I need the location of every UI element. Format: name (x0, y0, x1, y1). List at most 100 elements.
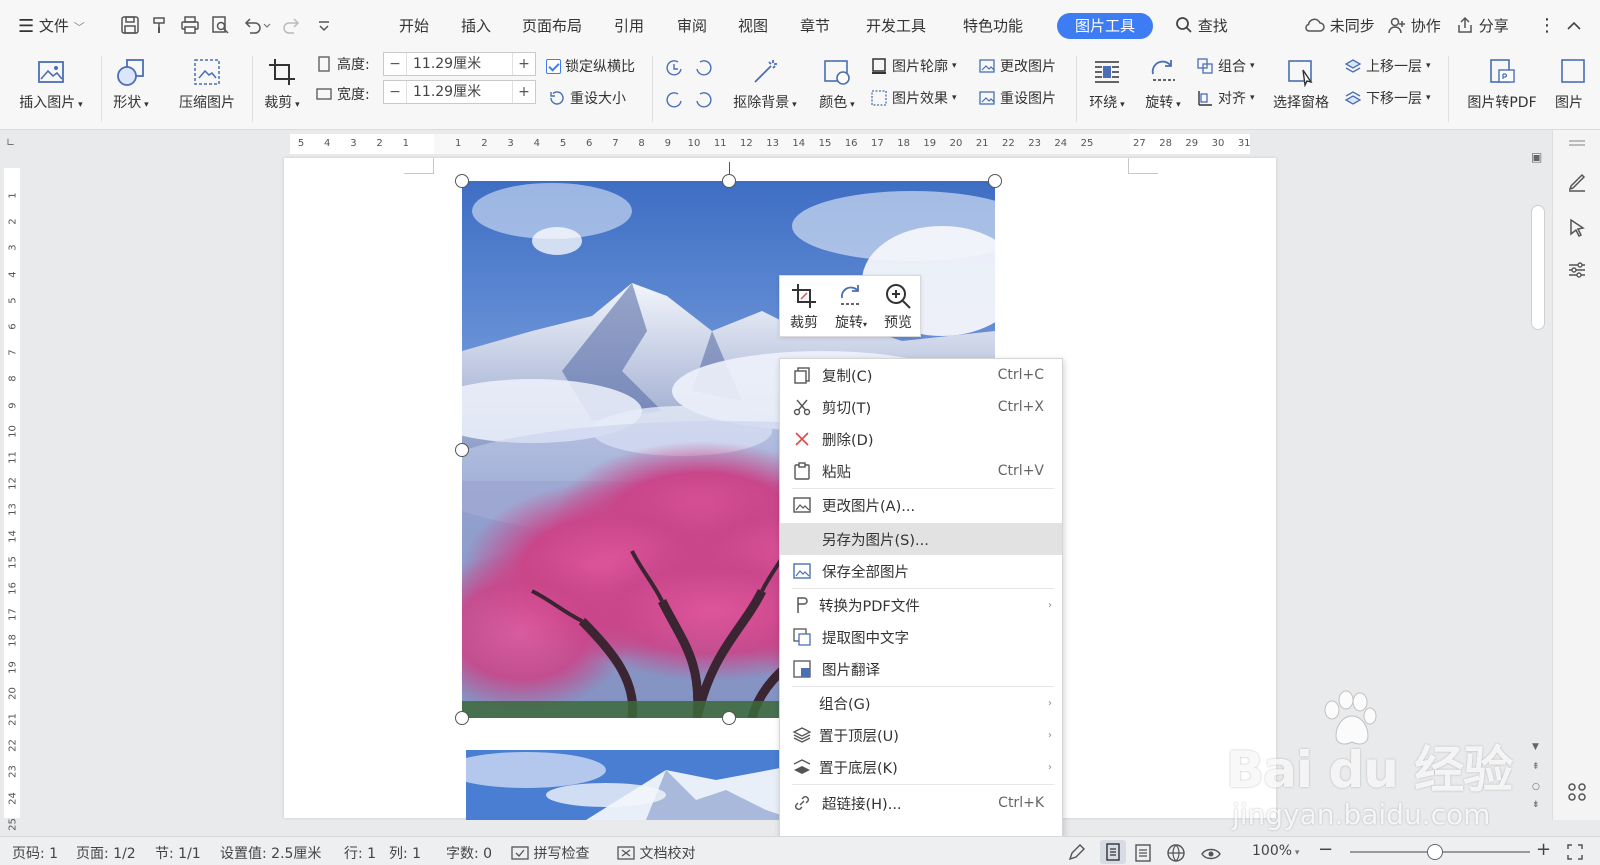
redo-icon[interactable] (282, 15, 302, 35)
print-icon[interactable] (180, 15, 200, 35)
next-page-icon[interactable]: ⇟ (1532, 800, 1540, 810)
outline-view-icon[interactable] (1133, 843, 1153, 863)
resize-handle-top-left[interactable] (455, 174, 469, 188)
select-cursor-icon[interactable] (1565, 216, 1589, 240)
tab-stop-icon[interactable]: ∟ (6, 136, 15, 149)
eye-protection-icon[interactable] (1200, 843, 1222, 863)
menu-item-paste[interactable]: 粘贴 Ctrl+V (780, 455, 1062, 487)
status-word-count[interactable]: 字数: 0 (446, 843, 492, 863)
crop-button[interactable]: 裁剪 ▾ (260, 56, 304, 112)
status-row[interactable]: 行: 1 (344, 843, 376, 863)
resize-handle-left[interactable] (455, 443, 469, 457)
picture-more-button[interactable]: 图片 (1549, 56, 1589, 112)
flip-vertical-icon[interactable] (694, 90, 714, 110)
height-decrement-button[interactable]: − (384, 56, 406, 72)
lock-aspect-ratio-checkbox[interactable]: 锁定纵横比 (546, 56, 635, 76)
tab-review[interactable]: 审阅 (677, 13, 707, 39)
fullscreen-icon[interactable] (1566, 843, 1584, 861)
scrollbar-thumb[interactable] (1531, 205, 1545, 330)
menu-item-send-to-back[interactable]: 置于底层(K) › (780, 751, 1062, 783)
menu-item-save-as-picture[interactable]: 另存为图片(S)... (780, 523, 1062, 555)
sync-status-button[interactable]: 未同步 (1303, 13, 1375, 39)
save-icon[interactable] (120, 15, 140, 35)
height-value[interactable]: 11.29厘米 (406, 53, 513, 75)
resize-handle-top-right[interactable] (988, 174, 1002, 188)
resize-handle-top[interactable] (722, 174, 736, 188)
reset-picture-button[interactable]: 重设图片 (978, 88, 1056, 108)
menu-item-save-all-pictures[interactable]: 保存全部图片 (780, 555, 1062, 587)
format-painter-icon[interactable] (150, 15, 170, 35)
mini-crop-button[interactable]: 裁剪 (782, 282, 826, 332)
insert-picture-button[interactable]: 插入图片 ▾ (14, 56, 88, 112)
settings-sliders-icon[interactable] (1565, 258, 1589, 282)
bring-forward-button[interactable]: 上移一层 ▾ (1344, 56, 1431, 76)
menu-item-extract-text[interactable]: 提取图中文字 (780, 621, 1062, 653)
width-decrement-button[interactable]: − (384, 84, 406, 100)
tab-home[interactable]: 开始 (399, 13, 429, 39)
customize-toolbar-icon[interactable] (314, 15, 334, 35)
status-section[interactable]: 节: 1/1 (155, 843, 201, 863)
rotate-left-icon[interactable] (664, 58, 684, 78)
tab-page-layout[interactable]: 页面布局 (522, 13, 582, 39)
width-value[interactable]: 11.29厘米 (406, 81, 513, 103)
picture-effects-button[interactable]: 图片效果 ▾ (870, 88, 957, 108)
zoom-slider-thumb[interactable] (1427, 844, 1443, 860)
shape-button[interactable]: 形状 ▾ (106, 56, 156, 112)
mini-preview-button[interactable]: 预览 (876, 282, 920, 332)
mini-rotate-button[interactable]: 旋转▾ (829, 282, 873, 332)
picture-outline-button[interactable]: 图片轮廓 ▾ (870, 56, 957, 76)
tab-picture-tools[interactable]: 图片工具 (1057, 13, 1153, 39)
group-button[interactable]: 组合 ▾ (1196, 56, 1255, 76)
status-setting-value[interactable]: 设置值: 2.5厘米 (220, 843, 321, 863)
status-page-count[interactable]: 页面: 1/2 (76, 843, 136, 863)
menu-item-cut[interactable]: 剪切(T) Ctrl+X (780, 391, 1062, 423)
web-view-icon[interactable] (1166, 843, 1186, 863)
wrap-text-button[interactable]: 环绕 ▾ (1084, 56, 1130, 112)
rotate-button[interactable]: 旋转 ▾ (1140, 56, 1186, 112)
vertical-ruler[interactable]: 1 2 3 4 5 6 7 8 9 10 11 12 13 14 15 16 17 18 19 20 21 22 23 24 2… (0, 158, 22, 831)
zoom-level-button[interactable]: 100% ▾ (1252, 843, 1299, 859)
menu-item-bring-to-front[interactable]: 置于顶层(U) › (780, 719, 1062, 751)
flip-horizontal-icon[interactable] (664, 90, 684, 110)
menu-item-change-picture[interactable]: 更改图片(A)... (780, 489, 1062, 521)
more-options-icon[interactable]: ⋮ (1538, 13, 1556, 39)
zoom-in-button[interactable]: + (1536, 839, 1551, 860)
width-input[interactable]: − 11.29厘米 + (383, 80, 536, 104)
collaborate-button[interactable]: 协作 (1388, 13, 1441, 39)
selection-pane-button[interactable]: 选择窗格 (1268, 56, 1334, 112)
width-increment-button[interactable]: + (513, 84, 535, 100)
scroll-top-icon[interactable]: ▣ (1531, 150, 1542, 164)
select-browse-object-icon[interactable]: ○ (1532, 782, 1540, 792)
tab-special-features[interactable]: 特色功能 (963, 13, 1023, 39)
menu-item-hyperlink[interactable]: 超链接(H)... Ctrl+K (780, 787, 1062, 819)
status-column[interactable]: 列: 1 (389, 843, 421, 863)
second-picture[interactable] (466, 750, 796, 820)
menu-item-group[interactable]: 组合(G) › (780, 687, 1062, 719)
document-proofread-button[interactable]: 文档校对 (617, 843, 695, 863)
picture-to-pdf-button[interactable]: 图片转PDF (1460, 56, 1544, 112)
align-button[interactable]: 对齐 ▾ (1196, 88, 1255, 108)
resize-handle-bottom[interactable] (722, 711, 736, 725)
panel-collapse-icon[interactable] (1565, 138, 1589, 148)
pen-icon[interactable] (1565, 170, 1589, 194)
tab-chapter[interactable]: 章节 (800, 13, 830, 39)
search-button[interactable]: 查找 (1175, 13, 1228, 39)
collapse-ribbon-icon[interactable] (1566, 13, 1582, 39)
height-increment-button[interactable]: + (513, 56, 535, 72)
resize-handle-bottom-left[interactable] (455, 711, 469, 725)
change-picture-button[interactable]: 更改图片 (978, 56, 1056, 76)
compress-picture-button[interactable]: 压缩图片 (174, 56, 240, 112)
file-menu-button[interactable]: ☰ 文件 ﹀ (18, 13, 85, 39)
menu-item-copy[interactable]: 复制(C) Ctrl+C (780, 359, 1062, 391)
reset-size-button[interactable]: 重设大小 (548, 88, 626, 108)
apps-grid-icon[interactable] (1565, 780, 1589, 804)
tab-developer[interactable]: 开发工具 (866, 13, 926, 39)
zoom-out-button[interactable]: − (1318, 839, 1333, 860)
color-button[interactable]: 颜色 ▾ (812, 56, 862, 112)
horizontal-ruler[interactable]: ∟ 5 4 3 2 1 1 2 3 4 5 6 7 8 9 10 11 12 13 14 15 16 17 18 19 20 21… (0, 130, 1600, 158)
tab-view[interactable]: 视图 (738, 13, 768, 39)
status-page-number[interactable]: 页码: 1 (12, 843, 58, 863)
page-view-button[interactable] (1100, 840, 1126, 864)
remove-background-button[interactable]: 抠除背景 ▾ (730, 56, 800, 112)
spell-check-button[interactable]: 拼写检查 (511, 843, 589, 863)
